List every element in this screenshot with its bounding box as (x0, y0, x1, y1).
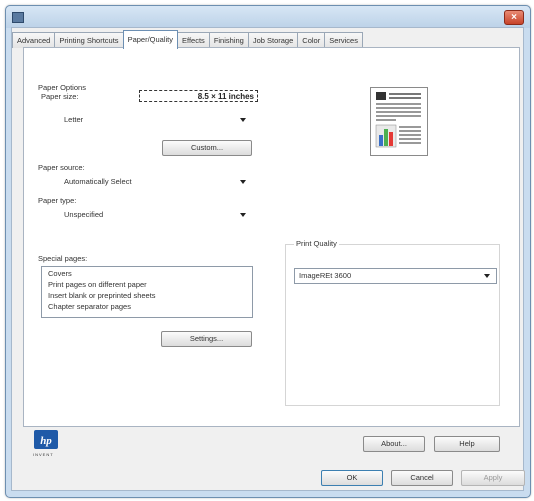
settings-button[interactable]: Settings... (161, 331, 252, 347)
paper-type-label: Paper type: (38, 196, 77, 205)
document-preview-icon (375, 92, 421, 148)
tab-color[interactable]: Color (297, 32, 326, 48)
hp-logo-icon: hp (34, 430, 58, 449)
print-quality-legend: Print Quality (294, 239, 339, 248)
close-button[interactable]: × (504, 10, 524, 25)
close-icon: × (511, 12, 517, 23)
svg-text:hp: hp (40, 435, 52, 447)
tab-advanced[interactable]: Advanced (12, 32, 56, 48)
paper-size-label: Paper size: (41, 92, 79, 101)
list-item[interactable]: Chapter separator pages (48, 302, 131, 311)
chevron-down-icon (484, 274, 490, 278)
tab-finishing[interactable]: Finishing (208, 32, 249, 48)
tab-services[interactable]: Services (324, 32, 363, 48)
list-item[interactable]: Print pages on different paper (48, 280, 147, 289)
help-button[interactable]: Help (434, 436, 500, 452)
page-preview (370, 87, 428, 156)
ok-button[interactable]: OK (321, 470, 383, 486)
list-item[interactable]: Insert blank or preprinted sheets (48, 291, 156, 300)
chevron-down-icon (240, 118, 246, 122)
tab-printing-shortcuts[interactable]: Printing Shortcuts (54, 32, 124, 48)
paper-size-value: 8.5 × 11 inches (139, 90, 258, 102)
tab-strip: Advanced Printing Shortcuts Paper/Qualit… (12, 30, 363, 49)
chevron-down-icon (240, 213, 246, 217)
title-bar: × (6, 6, 530, 28)
tab-paper-quality[interactable]: Paper/Quality (122, 30, 179, 49)
printer-app-icon (12, 12, 24, 23)
apply-button[interactable]: Apply (461, 470, 525, 486)
paper-source-label: Paper source: (38, 163, 85, 172)
cancel-button[interactable]: Cancel (391, 470, 453, 486)
paper-options-label: Paper Options (38, 83, 86, 92)
special-pages-list[interactable]: Covers Print pages on different paper In… (41, 266, 253, 318)
paper-source-dropdown[interactable]: Automatically Select (41, 174, 253, 190)
tab-effects[interactable]: Effects (177, 32, 210, 48)
paper-size-dropdown[interactable]: Letter (41, 112, 253, 128)
print-quality-dropdown[interactable]: ImageREt 3600 (294, 268, 497, 284)
hp-tagline: INVENT (33, 452, 54, 457)
hp-logo: hp (34, 430, 58, 450)
paper-type-dropdown[interactable]: Unspecified (41, 207, 253, 223)
about-button[interactable]: About... (363, 436, 425, 452)
chevron-down-icon (240, 180, 246, 184)
tab-job-storage[interactable]: Job Storage (247, 32, 299, 48)
special-pages-label: Special pages: (38, 254, 88, 263)
custom-button[interactable]: Custom... (162, 140, 252, 156)
list-item[interactable]: Covers (48, 269, 72, 278)
